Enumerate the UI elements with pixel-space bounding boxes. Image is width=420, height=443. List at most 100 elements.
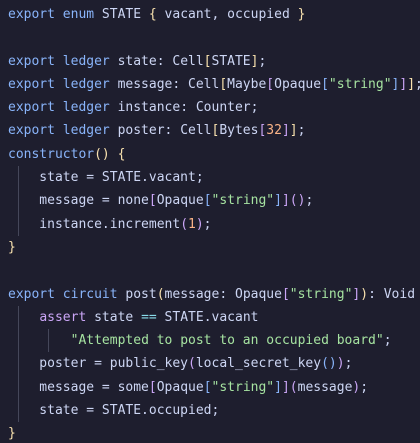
code-line[interactable]: state = STATE.vacant; (8, 166, 420, 190)
code-token: 1 (188, 216, 196, 232)
code-token: ; (203, 216, 212, 232)
code-token: message = some (8, 379, 149, 395)
code-line[interactable]: export ledger state: Cell[STATE]; (8, 50, 420, 73)
code-token: message (297, 379, 353, 395)
indent-guide (18, 189, 19, 213)
code-token: ( (180, 216, 189, 232)
code-token: [ (148, 379, 157, 395)
indent-guide (18, 329, 19, 353)
code-token: export ledger (8, 53, 118, 69)
code-token: ; (305, 193, 314, 209)
indent-guide (48, 329, 49, 353)
code-token: poster = public_key (8, 356, 189, 372)
code-token: Opaque (156, 193, 204, 209)
code-token: message: Opaque (164, 286, 282, 302)
code-token: ] (281, 123, 290, 139)
indent-guide (18, 212, 19, 236)
code-token: ) (360, 286, 369, 302)
code-token: ; (415, 77, 420, 92)
code-token: ; (383, 333, 392, 349)
code-token: export ledger (8, 100, 118, 116)
indent-guide (18, 375, 19, 400)
code-token: ; (360, 379, 369, 395)
code-token: export ledger (8, 123, 118, 139)
indent-guide (18, 352, 19, 376)
code-line[interactable]: } (8, 422, 420, 443)
code-line[interactable]: assert state == STATE.vacant (8, 305, 420, 330)
code-token: "string" (289, 286, 353, 302)
code-line[interactable]: } (8, 236, 420, 259)
code-token: Maybe (227, 76, 267, 92)
code-token: : Void (368, 286, 420, 302)
code-token: ] (274, 379, 282, 395)
code-line[interactable]: message = none[Opaque["string"]](); (8, 189, 420, 213)
code-token: ] (407, 76, 416, 92)
code-token: [ (203, 379, 212, 395)
code-token: [ (203, 193, 212, 209)
code-line[interactable]: message = some[Opaque["string"]](message… (8, 375, 420, 400)
code-token: ] (289, 123, 298, 139)
code-line[interactable]: constructor() { (8, 143, 420, 166)
code-token: == (141, 309, 157, 325)
code-token: message: Cell (117, 76, 220, 92)
code-token: { (117, 146, 126, 162)
code-token: poster: Cell (117, 123, 212, 139)
indent-guide (18, 399, 19, 423)
code-token: Opaque (156, 379, 204, 395)
code-token: [ (148, 193, 157, 209)
code-editor[interactable]: export enum STATE { vacant, occupied } ex… (0, 0, 420, 443)
code-token: [ (321, 76, 329, 92)
code-token: [ (203, 53, 212, 69)
code-token: state = STATE.vacant; (8, 170, 204, 186)
code-token: ] (274, 193, 282, 209)
code-token: 32 (266, 123, 282, 139)
code-token: [ (281, 286, 290, 302)
code-line[interactable]: export circuit post(message: Opaque["str… (8, 283, 420, 306)
code-token: "string" (211, 193, 275, 209)
code-token: state: Cell (117, 53, 204, 69)
indent-guide (18, 166, 19, 190)
code-line[interactable]: export ledger instance: Counter; (8, 96, 420, 119)
code-token: vacant, occupied (156, 7, 298, 22)
code-token: } (8, 426, 16, 442)
code-token: Opaque (274, 76, 322, 92)
code-token: assert (39, 309, 87, 325)
code-token: } (8, 239, 16, 255)
code-line[interactable]: export enum STATE { vacant, occupied } (8, 3, 420, 26)
code-line[interactable]: instance.increment(1); (8, 212, 420, 236)
code-token: ( (156, 286, 165, 302)
code-token: ) (336, 356, 345, 372)
code-token: { (148, 7, 157, 22)
code-line[interactable]: export ledger message: Cell[Maybe[Opaque… (8, 73, 420, 96)
code-token: STATE (101, 7, 149, 22)
code-token: message = none (8, 193, 149, 209)
code-token: ] (281, 193, 290, 209)
code-token: "string" (328, 76, 392, 92)
code-token: export ledger (8, 76, 118, 92)
code-line[interactable]: poster = public_key(local_secret_key()); (8, 352, 420, 376)
code-token: instance: Counter; (117, 100, 259, 116)
code-token: [ (219, 76, 228, 92)
code-token: ; (258, 53, 267, 69)
code-token: local_secret_key (195, 356, 322, 372)
code-line[interactable]: export ledger poster: Cell[Bytes[32]]; (8, 119, 420, 142)
code-token: () (321, 356, 337, 372)
code-line[interactable] (8, 259, 420, 282)
code-token: constructor (8, 146, 95, 162)
code-line[interactable]: "Attempted to post to an occupied board"… (8, 329, 420, 353)
code-token: STATE (211, 53, 251, 69)
code-token: state = STATE.occupied; (8, 403, 220, 419)
code-token: ( (188, 356, 196, 372)
code-token: ) (195, 216, 204, 232)
code-token: state (86, 309, 142, 325)
indent-guide (18, 305, 19, 330)
code-token: ; (297, 123, 306, 139)
code-token: ( (289, 379, 298, 395)
code-token: ] (281, 379, 290, 395)
code-line[interactable]: state = STATE.occupied; (8, 399, 420, 423)
code-token: STATE.vacant (156, 309, 259, 325)
code-line[interactable] (8, 26, 420, 49)
code-token: instance.increment (8, 216, 181, 232)
